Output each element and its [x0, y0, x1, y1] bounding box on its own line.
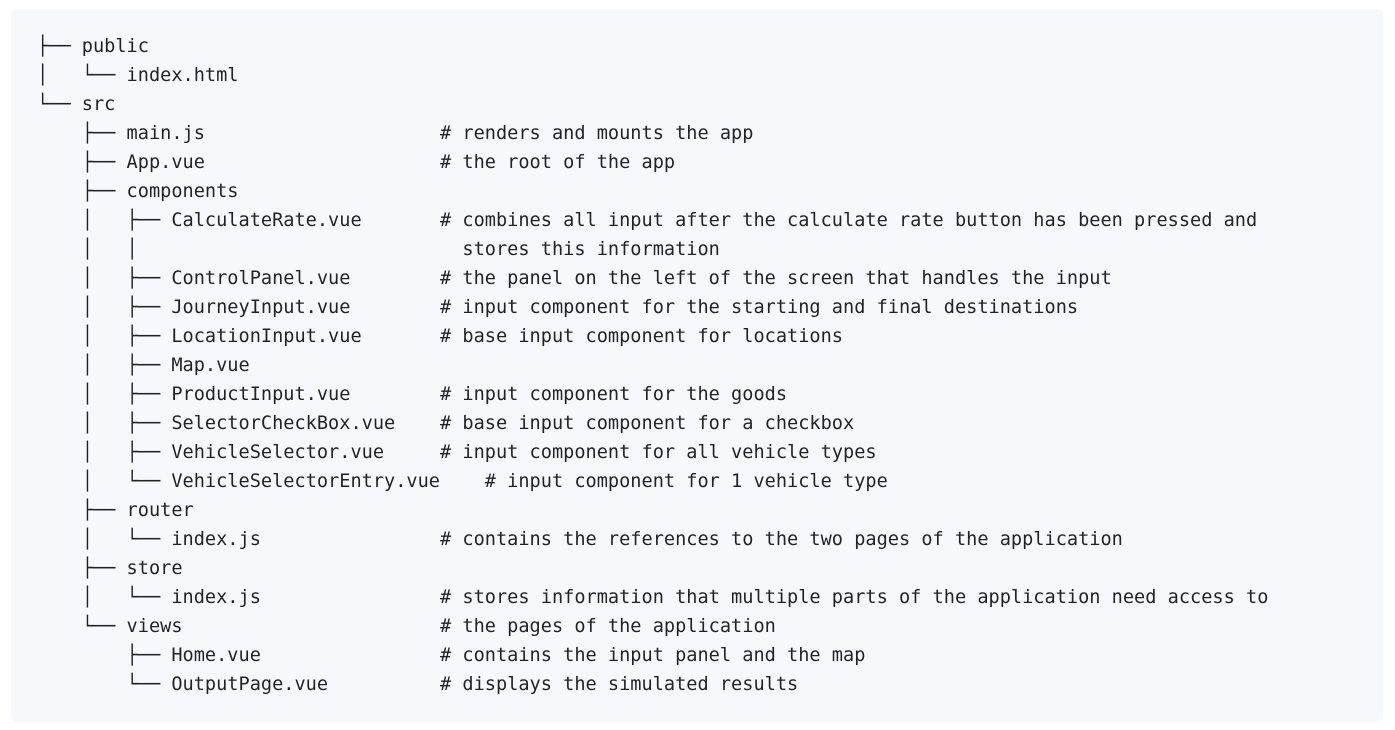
tree-line-control-panel: │ ├── ControlPanel.vue # the panel on th…	[37, 268, 1112, 289]
code-block: ├── public │ └── index.html └── src ├── ma…	[11, 9, 1383, 722]
tree-line-output-page: └── OutputPage.vue # displays the simula…	[37, 674, 799, 695]
tree-line-product-input: │ ├── ProductInput.vue # input component…	[37, 384, 788, 405]
tree-line-vehicle-selector-entry: │ └── VehicleSelectorEntry.vue # input c…	[37, 471, 888, 492]
tree-line-home-vue: ├── Home.vue # contains the input panel …	[37, 645, 866, 666]
tree-line-journey-input: │ ├── JourneyInput.vue # input component…	[37, 297, 1079, 318]
tree-line-store-index: │ └── index.js # stores information that…	[37, 587, 1269, 608]
tree-line-vehicle-selector: │ ├── VehicleSelector.vue # input compon…	[37, 442, 877, 463]
tree-line-calculate-rate-cont: │ │ stores this information	[37, 239, 720, 260]
tree-line-main-js: ├── main.js # renders and mounts the app	[37, 123, 754, 144]
tree-line-public-index-html: │ └── index.html	[37, 65, 239, 86]
tree-line-router: ├── router	[37, 500, 194, 521]
tree-line-router-index: │ └── index.js # contains the references…	[37, 529, 1123, 550]
tree-line-store: ├── store	[37, 558, 183, 579]
tree-line-views: └── views # the pages of the application	[37, 616, 776, 637]
tree-line-calculate-rate: │ ├── CalculateRate.vue # combines all i…	[37, 210, 1258, 231]
tree-line-src: └── src	[37, 94, 116, 115]
tree-line-public: ├── public	[37, 36, 149, 57]
tree-line-components: ├── components	[37, 181, 239, 202]
tree-line-app-vue: ├── App.vue # the root of the app	[37, 152, 676, 173]
tree-line-map-vue: │ ├── Map.vue	[37, 355, 250, 376]
file-tree: ├── public │ └── index.html └── src ├── ma…	[37, 32, 1268, 699]
tree-line-location-input: │ ├── LocationInput.vue # base input com…	[37, 326, 843, 347]
tree-line-selector-checkbox: │ ├── SelectorCheckBox.vue # base input …	[37, 413, 855, 434]
